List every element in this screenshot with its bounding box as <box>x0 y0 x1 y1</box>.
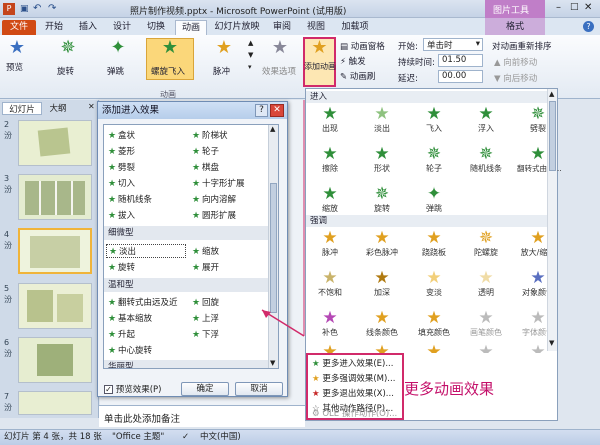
status-bar: 幻灯片 第 4 张，共 18 张 "Office 主题" ✓ 中文(中国) <box>0 429 600 445</box>
proofing-icon[interactable]: ✓ <box>182 430 189 445</box>
slide-counter: 幻灯片 第 4 张，共 18 张 <box>4 432 102 442</box>
language-status[interactable]: 中文(中国) <box>200 430 241 445</box>
theme-name: "Office 主题" <box>112 432 165 442</box>
annotation-arrows <box>261 100 305 337</box>
